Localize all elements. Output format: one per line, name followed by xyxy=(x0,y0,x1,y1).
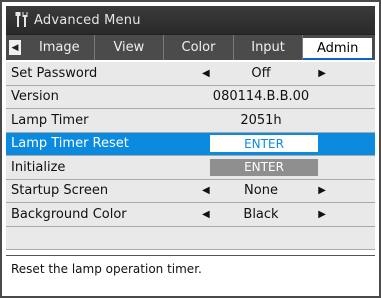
tab-image[interactable]: Image xyxy=(25,35,95,60)
menu-item-lamp-timer: Lamp Timer 2051h xyxy=(6,109,375,133)
tools-icon xyxy=(15,12,28,27)
value-selector[interactable]: ◀ Black ▶ xyxy=(196,203,326,226)
menu-item-label: Background Color xyxy=(11,206,127,222)
menu-item-initialize[interactable]: Initialize ENTER xyxy=(6,156,375,180)
menu-item-value: Black xyxy=(243,206,279,222)
menu-item-label: Lamp Timer Reset xyxy=(11,136,129,152)
value-selector[interactable]: ◀ None ▶ xyxy=(196,180,326,203)
value-display: 080114.B.B.00 xyxy=(196,86,326,109)
menu-item-value: None xyxy=(244,183,278,199)
value-display: 2051h xyxy=(196,109,326,132)
tab-view[interactable]: View xyxy=(95,35,165,60)
right-arrow-icon[interactable]: ▶ xyxy=(318,68,326,79)
advanced-menu-window: Advanced Menu ◀ Image View Color Input A… xyxy=(0,0,381,298)
help-text-area: Reset the lamp operation timer. xyxy=(6,255,375,294)
menu-item-value: 080114.B.B.00 xyxy=(212,89,310,105)
tab-bar: ◀ Image View Color Input Admin xyxy=(6,34,375,60)
menu-item-label: Initialize xyxy=(11,159,66,175)
menu-item-set-password[interactable]: Set Password ◀ Off ▶ xyxy=(6,62,375,86)
menu-list: Set Password ◀ Off ▶ Version 080114.B.B.… xyxy=(6,62,375,250)
tab-color[interactable]: Color xyxy=(164,35,234,60)
menu-item-value: Off xyxy=(251,65,271,81)
menu-empty-row xyxy=(6,227,375,250)
menu-item-label: Set Password xyxy=(11,65,98,81)
menu-item-label: Version xyxy=(11,89,59,105)
value-display: ENTER xyxy=(196,133,326,156)
menu-item-label: Startup Screen xyxy=(11,183,109,199)
tab-input[interactable]: Input xyxy=(234,35,304,60)
help-text: Reset the lamp operation timer. xyxy=(11,262,202,276)
value-selector[interactable]: ◀ Off ▶ xyxy=(196,62,326,85)
menu-item-label: Lamp Timer xyxy=(11,112,89,128)
right-arrow-icon[interactable]: ▶ xyxy=(318,185,326,196)
right-arrow-icon[interactable]: ▶ xyxy=(318,209,326,220)
tab-scroll-left-icon[interactable]: ◀ xyxy=(9,40,21,55)
menu-item-background-color[interactable]: Background Color ◀ Black ▶ xyxy=(6,203,375,227)
window-title: Advanced Menu xyxy=(34,12,141,28)
menu-item-version: Version 080114.B.B.00 xyxy=(6,86,375,109)
tab-admin[interactable]: Admin xyxy=(303,38,372,60)
menu-item-value: 2051h xyxy=(240,112,282,128)
enter-button[interactable]: ENTER xyxy=(210,158,318,176)
menu-item-lamp-timer-reset[interactable]: Lamp Timer Reset ENTER xyxy=(6,132,375,156)
title-bar: Advanced Menu xyxy=(6,6,375,34)
enter-button[interactable]: ENTER xyxy=(210,135,318,153)
value-display: ENTER xyxy=(196,156,326,179)
menu-item-startup-screen[interactable]: Startup Screen ◀ None ▶ xyxy=(6,180,375,203)
